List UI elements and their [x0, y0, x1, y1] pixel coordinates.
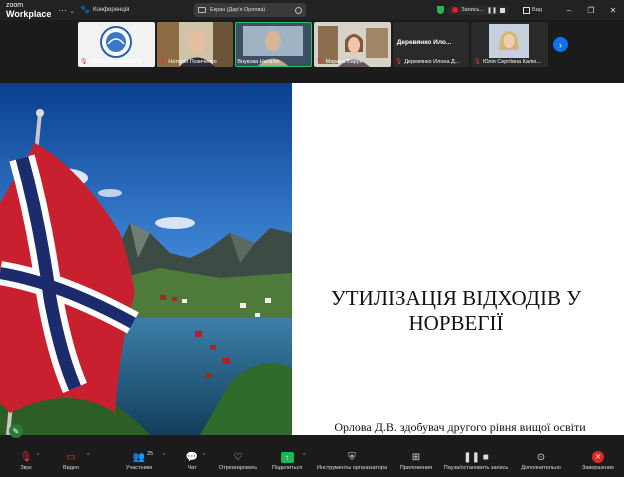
- participants-icon: 👥: [132, 451, 146, 463]
- chevron-right-icon: ›: [559, 39, 562, 50]
- end-button[interactable]: ✕ Завершение: [568, 450, 624, 471]
- title-bar-right: Запись... ❚❚ Вид – ❐ ✕: [437, 0, 624, 20]
- apps-label: Приложения: [399, 465, 433, 471]
- participant-name: 🎙 Марина Барун: [316, 58, 363, 66]
- muted-mic-icon: 🎙: [316, 59, 324, 65]
- chat-label: Чат: [187, 465, 197, 471]
- muted-mic-icon: 🎙: [80, 59, 88, 65]
- participant-tile[interactable]: Деревянко Ило... 🎙 Деревянко Илона Д...: [392, 22, 470, 67]
- participant-gallery: 🎙 КАФЕДРА ЕКОЛОГІЇ 🎙 Наталія Позиченко Вну…: [78, 22, 549, 67]
- react-label: Отреагировать: [218, 465, 258, 471]
- more-button[interactable]: ⊙ Дополнительно: [511, 450, 571, 472]
- slide-title-line-1: УТИЛІЗАЦІЯ ВІДХОДІВ У: [330, 286, 582, 310]
- minimize-icon[interactable]: –: [558, 6, 580, 15]
- pause-record-button[interactable]: ❚❚ ■ Пауза/остановить запись: [436, 450, 516, 472]
- zoom-logo: zoom Workplace: [6, 2, 52, 19]
- participant-name: 🎙 Юлія Сергіївна Калю...: [473, 58, 541, 66]
- view-label: Вид: [532, 7, 542, 13]
- participant-name: 🎙 Деревянко Илона Д...: [394, 58, 460, 66]
- participant-tile[interactable]: 🎙 Наталія Позиченко: [156, 22, 234, 67]
- chat-icon: 💬: [185, 451, 199, 463]
- stop-icon[interactable]: [500, 7, 506, 13]
- next-page-button[interactable]: ›: [553, 37, 568, 52]
- participant-name: 🎙 Наталія Позиченко: [158, 58, 217, 66]
- options-icon[interactable]: [295, 6, 302, 14]
- participant-name: Внукова Наталія: [237, 59, 280, 65]
- end-call-icon: ✕: [592, 451, 604, 463]
- screen-icon: [198, 7, 206, 13]
- shared-screen: УТИЛІЗАЦІЯ ВІДХОДІВ У НОРВЕГІЇ Орлова Д.…: [0, 83, 624, 435]
- screen-share-indicator[interactable]: Екран (Дар'я Орлова): [194, 3, 306, 17]
- pause-record-label: Пауза/остановить запись: [443, 465, 509, 471]
- audio-label: Звук: [20, 465, 32, 471]
- participant-name: 🎙 КАФЕДРА ЕКОЛОГІЇ: [80, 58, 142, 66]
- pause-stop-icon: ❚❚ ■: [463, 451, 489, 463]
- recording-label: Запись...: [461, 7, 484, 13]
- end-label: Завершение: [582, 465, 614, 471]
- maximize-icon[interactable]: ❐: [580, 6, 602, 15]
- close-icon[interactable]: ✕: [602, 6, 624, 15]
- more-icon: ⊙: [536, 451, 546, 463]
- norway-landscape-image: [0, 83, 292, 435]
- slide-image: [0, 83, 292, 435]
- annotate-pen-icon[interactable]: ✎: [9, 424, 23, 438]
- chevron-up-icon[interactable]: ^: [203, 453, 205, 459]
- muted-mic-icon: 🎙: [19, 451, 33, 463]
- slide-author: Орлова Д.В. здобувач другого рівня вищої…: [334, 420, 586, 434]
- video-button[interactable]: ▭ Видео: [41, 450, 101, 472]
- chevron-up-icon[interactable]: ^: [37, 453, 39, 459]
- more-icon[interactable]: ⋯ ⌄: [58, 5, 75, 16]
- more-label: Дополнительно: [521, 465, 561, 471]
- pause-icon[interactable]: ❚❚: [487, 7, 497, 14]
- apps-icon: ⊞: [411, 451, 421, 463]
- participant-tile-active-speaker[interactable]: Внукова Наталія: [235, 22, 313, 67]
- muted-mic-icon: 🎙: [473, 59, 481, 65]
- video-off-icon: ▭: [66, 451, 76, 463]
- muted-mic-icon: 🎙: [158, 59, 167, 65]
- logo-bottom: Workplace: [6, 9, 52, 19]
- chevron-up-icon[interactable]: ^: [87, 453, 89, 459]
- heart-icon: ♡: [233, 451, 243, 463]
- participant-tile[interactable]: 🎙 Марина Барун: [314, 22, 391, 67]
- participants-label: Участники: [125, 465, 153, 471]
- conference-button[interactable]: 🐾 Конференція: [80, 5, 129, 14]
- participant-display-name: Деревянко Ило...: [396, 39, 452, 46]
- shield-icon[interactable]: [437, 6, 445, 14]
- paw-icon: 🐾: [80, 5, 90, 14]
- video-label: Видео: [62, 465, 80, 471]
- shield-icon: ⛨: [348, 451, 356, 463]
- screen-share-label: Екран (Дар'я Орлова): [210, 7, 266, 13]
- participants-button[interactable]: 👥 Участники: [109, 450, 169, 472]
- record-dot-icon: [452, 7, 459, 13]
- share-screen-icon: ↑: [280, 451, 294, 463]
- slide-title: УТИЛІЗАЦІЯ ВІДХОДІВ У НОРВЕГІЇ: [296, 286, 616, 336]
- participants-count: 25: [147, 451, 154, 457]
- grid-icon: [523, 6, 531, 14]
- title-bar: zoom Workplace ⋯ ⌄ 🐾 Конференція Екран (…: [0, 0, 624, 20]
- view-button[interactable]: Вид: [523, 6, 542, 14]
- zoom-window: zoom Workplace ⋯ ⌄ 🐾 Конференція Екран (…: [0, 0, 624, 477]
- slide-title-line-2: НОРВЕГІЇ: [408, 311, 504, 335]
- recording-indicator: Запись... ❚❚: [448, 5, 510, 15]
- conference-label: Конференція: [92, 6, 130, 13]
- meeting-toolbar: 🎙 Звук ^ ▭ Видео ^ 👥 Участники 25 ^ 💬 Ча…: [0, 447, 624, 477]
- host-tools-label: Инструменты организатора: [316, 465, 388, 471]
- share-label: Поделиться: [271, 465, 303, 471]
- muted-mic-icon: 🎙: [394, 59, 403, 65]
- participant-tile[interactable]: 🎙 КАФЕДРА ЕКОЛОГІЇ: [78, 22, 155, 67]
- participant-tile[interactable]: 🎙 Юлія Сергіївна Калю...: [471, 22, 549, 67]
